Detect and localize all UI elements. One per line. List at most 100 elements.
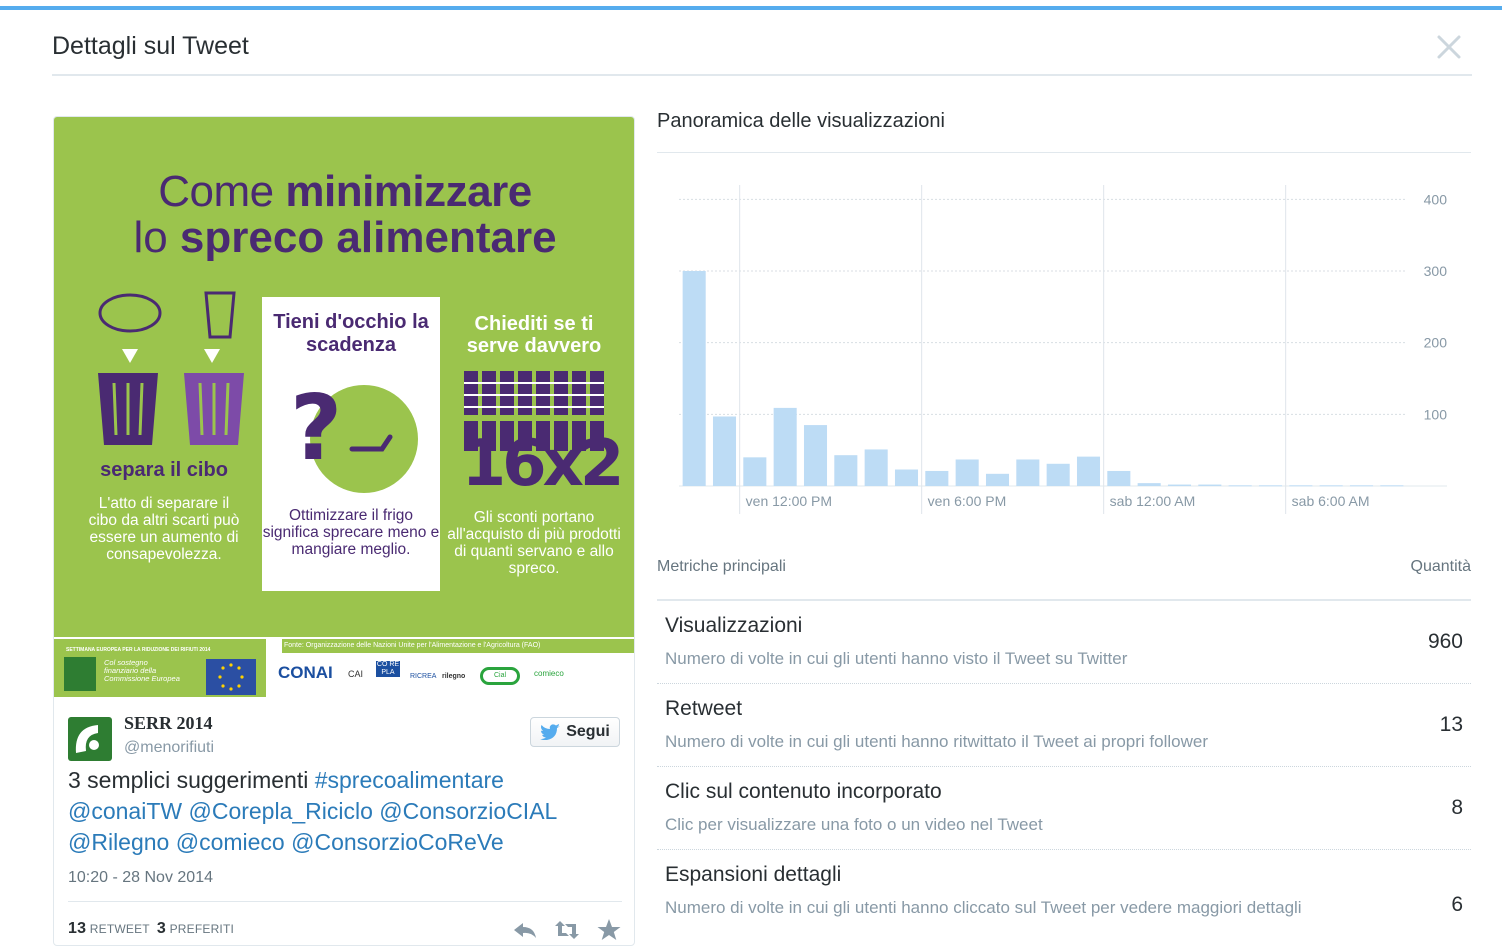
image-footer: SETTIMANA EUROPEA PER LA RIDUZIONE DEI R… — [54, 637, 634, 697]
chart-bar — [1289, 485, 1313, 487]
metric-desc: Numero di volte in cui gli utenti hanno … — [665, 649, 1128, 668]
mention-link[interactable]: @ConsorzioCIAL — [379, 798, 557, 824]
chart-bar — [1319, 485, 1343, 487]
eu-flag-icon — [206, 659, 256, 695]
logo-comieco: comieco — [534, 669, 564, 678]
chart-bar — [773, 407, 797, 486]
tweet-image[interactable]: Come minimizzare lo spreco alimentare se… — [54, 117, 634, 697]
metrics-header-left: Metriche principali — [657, 558, 786, 575]
chart-bar — [1380, 485, 1404, 487]
chart-bar — [1107, 470, 1131, 486]
hashtag-link[interactable]: #sprecoalimentare — [315, 767, 504, 793]
svg-text:?: ? — [290, 376, 342, 481]
image-source: Fonte: Organizzazione delle Nazioni Unit… — [282, 639, 634, 653]
logo-ricrea: RICREA — [410, 673, 437, 680]
impressions-chart: 100 200 300 400 ven 12:00 PM ven 6:00 PM sab 1… — [679, 185, 1448, 514]
metric-name: Retweet — [665, 697, 743, 720]
logo-cial: Cial — [480, 667, 520, 685]
favorites-count[interactable]: 3 — [157, 920, 166, 937]
metric-name: Clic sul contenuto incorporato — [665, 780, 942, 803]
image-title-line2: lo spreco alimentare — [133, 213, 557, 262]
metric-desc: Numero di volte in cui gli utenti hanno … — [665, 898, 1302, 917]
metric-row-detail-expands: Espansioni dettagli Numero di volte in c… — [657, 863, 1471, 949]
retweet-icon[interactable] — [554, 917, 580, 943]
chart-bar — [743, 457, 767, 486]
chart-bar — [1167, 484, 1192, 486]
y-tick-label: 300 — [1424, 263, 1448, 279]
x-tick-label: sab 6:00 AM — [1292, 493, 1370, 509]
mention-link[interactable]: @comieco — [176, 829, 285, 855]
x-tick-label: ven 6:00 PM — [928, 493, 1007, 509]
metric-desc: Numero di volte in cui gli utenti hanno … — [665, 732, 1209, 751]
tweet-actions — [512, 917, 622, 943]
mention-link[interactable]: @Rilegno — [68, 829, 169, 855]
serr-logo-box: SETTIMANA EUROPEA PER LA RIDUZIONE DEI R… — [54, 639, 266, 697]
chart-bar — [894, 469, 919, 486]
favorites-label[interactable]: PREFERITI — [170, 922, 234, 936]
mention-link[interactable]: @ConsorzioCoReVe — [291, 829, 504, 855]
chart-bar — [834, 455, 858, 486]
logo-conai: CONAI — [278, 663, 333, 682]
x-tick-label: ven 12:00 PM — [746, 493, 832, 509]
follow-label: Segui — [566, 723, 610, 740]
mention-link[interactable]: @Corepla_Riciclo — [188, 798, 372, 824]
metric-row-impressions: Visualizzazioni Numero di volte in cui g… — [657, 614, 1471, 684]
metric-name: Espansioni dettagli — [665, 863, 842, 886]
chart-bar — [1046, 463, 1070, 486]
chart-bar — [1198, 484, 1222, 486]
reply-icon[interactable] — [512, 917, 538, 943]
tweet-timestamp[interactable]: 10:20 - 28 Nov 2014 — [68, 869, 213, 887]
tweet-text: 3 semplici suggerimenti #sprecoalimentar… — [68, 767, 558, 855]
logo-rilegno: rilegno — [442, 673, 466, 680]
chart-bar — [1258, 485, 1283, 487]
metrics-header: Metriche principali Quantità — [657, 558, 1471, 582]
metric-name: Visualizzazioni — [665, 614, 803, 637]
image-title-line1: Come minimizzare — [158, 167, 532, 216]
serr-logo-icon — [64, 657, 96, 691]
tweet-card: Come minimizzare lo spreco alimentare se… — [53, 116, 635, 946]
author-handle[interactable]: @menorifiuti — [124, 739, 214, 757]
divider — [657, 599, 1471, 601]
metrics-header-right: Quantità — [1410, 558, 1471, 575]
y-tick-label: 400 — [1424, 191, 1448, 207]
avatar[interactable] — [68, 717, 112, 761]
chart-bar — [1228, 485, 1252, 487]
y-tick-label: 200 — [1424, 335, 1448, 351]
chart-bar — [1016, 459, 1040, 486]
partner-logos: CONAI CAI CO RE PLA RICREA rilegno Cial … — [276, 659, 634, 695]
metric-row-retweets: Retweet Numero di volte in cui gli utent… — [657, 697, 1471, 767]
mention-link[interactable]: @conaiTW — [68, 798, 182, 824]
overview-title: Panoramica delle visualizzazioni — [657, 110, 945, 132]
metric-row-media-clicks: Clic sul contenuto incorporato Clic per … — [657, 780, 1471, 850]
chart-bar — [925, 470, 949, 486]
image-col3-body: Gli sconti portano all'acquisto di più p… — [447, 509, 621, 577]
chart-bar — [682, 271, 706, 486]
chart-bar — [955, 459, 979, 486]
tweet-stats: 13 RETWEET 3 PREFERITI — [68, 920, 234, 938]
chart-bar — [1137, 483, 1161, 486]
logo-cai: CAI — [348, 669, 364, 679]
y-tick-label: 100 — [1424, 406, 1448, 422]
chart-bar — [712, 416, 737, 486]
x-tick-label: sab 12:00 AM — [1110, 493, 1196, 509]
chart-bar — [985, 473, 1010, 486]
author-name[interactable]: SERR 2014 — [124, 713, 213, 734]
accent-stripe — [0, 6, 1502, 10]
modal-title: Dettagli sul Tweet — [52, 32, 249, 60]
retweets-count[interactable]: 13 — [68, 920, 86, 937]
modal-header: Dettagli sul Tweet — [52, 28, 1472, 76]
close-icon[interactable] — [1432, 30, 1466, 64]
divider — [68, 901, 622, 902]
chart-bar — [1076, 456, 1101, 486]
image-col3: Chiediti se ti serve davvero — [466, 313, 602, 357]
top-accent-bar — [0, 0, 1502, 11]
twitter-bird-icon — [540, 724, 561, 740]
follow-button[interactable]: Segui — [530, 717, 620, 747]
image-big-number: 16x2 — [461, 427, 625, 501]
metric-value: 13 — [1439, 713, 1463, 736]
retweets-label[interactable]: RETWEET — [90, 922, 150, 936]
image-col2: Tieni d'occhio la scadenza ? Ottimizzare… — [262, 297, 440, 591]
metric-desc: Clic per visualizzare una foto o un vide… — [665, 815, 1043, 834]
favorite-icon[interactable] — [596, 917, 622, 943]
logo-corepla: CO RE PLA — [376, 661, 400, 677]
